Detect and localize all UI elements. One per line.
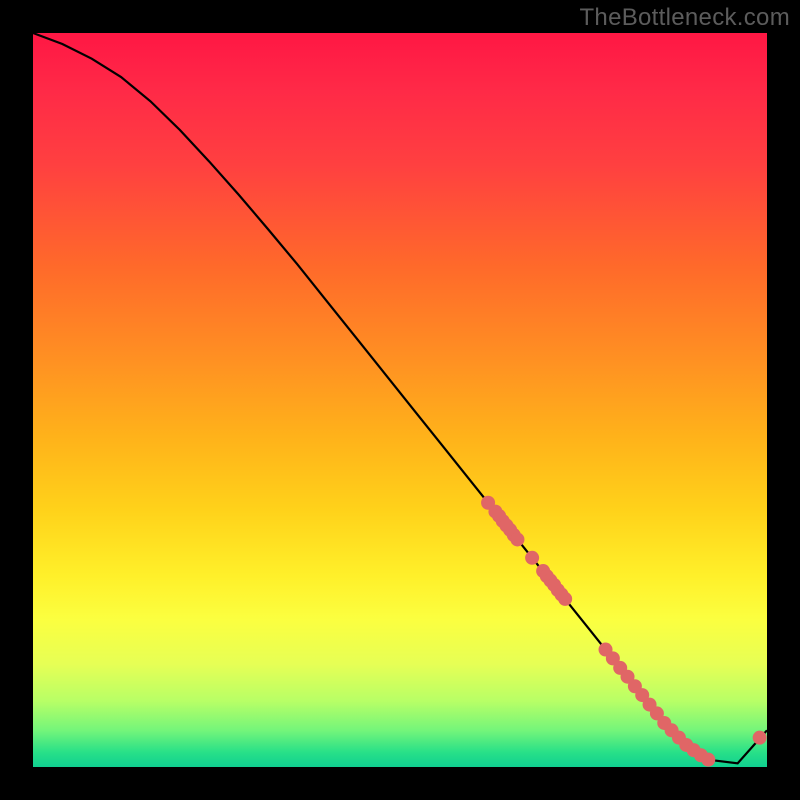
watermark-text: TheBottleneck.com xyxy=(579,4,790,32)
data-marker xyxy=(525,551,539,565)
chart-overlay xyxy=(33,33,767,767)
data-markers xyxy=(481,496,767,767)
chart-frame: TheBottleneck.com xyxy=(0,0,800,800)
bottleneck-curve xyxy=(33,33,767,763)
data-marker xyxy=(558,592,572,606)
data-marker xyxy=(753,731,767,745)
data-marker xyxy=(510,532,524,546)
data-marker xyxy=(701,753,715,767)
